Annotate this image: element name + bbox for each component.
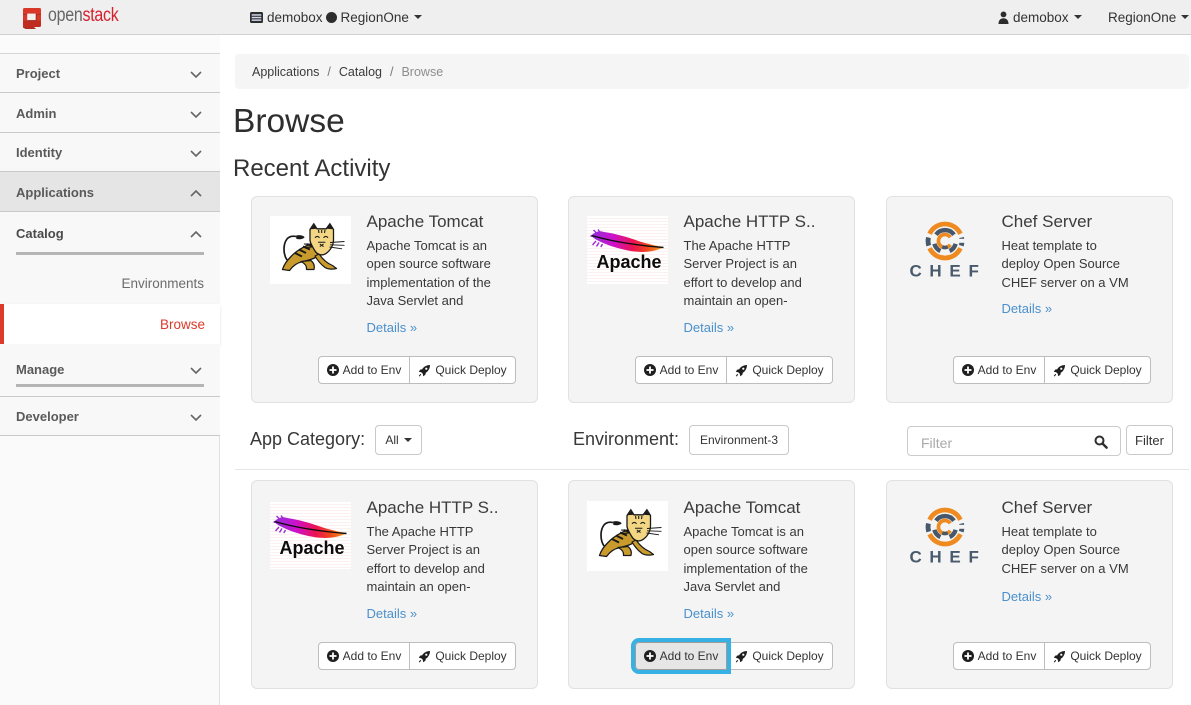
svg-text:CHEF: CHEF bbox=[909, 548, 986, 567]
svg-text:Apache: Apache bbox=[279, 538, 344, 558]
svg-text:Apache: Apache bbox=[596, 252, 661, 272]
svg-text:CHEF: CHEF bbox=[909, 262, 986, 281]
